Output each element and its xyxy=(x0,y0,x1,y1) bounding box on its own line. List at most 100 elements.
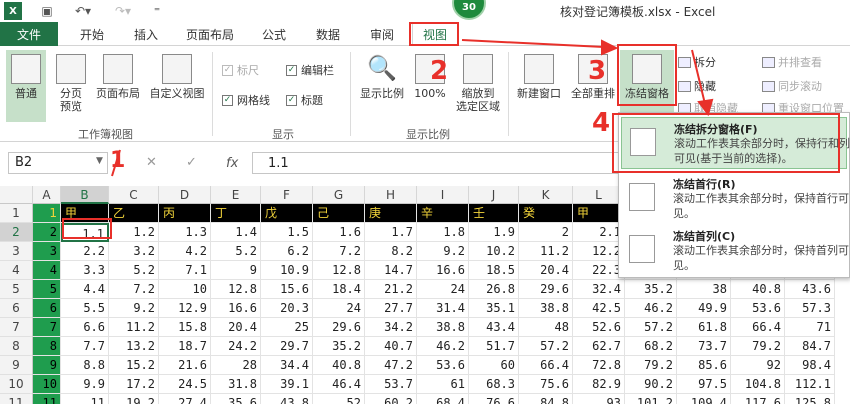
column-header[interactable]: F xyxy=(261,186,313,204)
column-header[interactable]: K xyxy=(519,186,573,204)
cell[interactable]: 97.5 xyxy=(677,375,731,394)
cell[interactable]: 20.3 xyxy=(261,299,313,318)
cell[interactable]: 53.6 xyxy=(731,299,785,318)
cell[interactable]: 40.8 xyxy=(313,356,365,375)
cell[interactable]: 11.2 xyxy=(519,242,573,261)
cell[interactable]: 12.8 xyxy=(211,280,261,299)
zoom-button[interactable]: 🔍 显示比例 xyxy=(356,54,408,100)
enter-icon[interactable]: ✓ xyxy=(186,155,197,170)
cell[interactable]: 27.4 xyxy=(159,394,211,404)
tab-data[interactable]: 数据 xyxy=(306,22,350,46)
cell[interactable]: 34.4 xyxy=(261,356,313,375)
cell[interactable]: 10 xyxy=(159,280,211,299)
cell[interactable]: 9.2 xyxy=(109,299,159,318)
cell[interactable]: 76.6 xyxy=(469,394,519,404)
cell[interactable]: 57.2 xyxy=(519,337,573,356)
gridlines-checkbox[interactable]: ✓ 网格线 xyxy=(222,92,270,108)
row-header[interactable]: 5 xyxy=(0,280,33,299)
row-header[interactable]: 6 xyxy=(0,299,33,318)
cell[interactable]: 丁 xyxy=(211,204,261,223)
cell[interactable]: 4.2 xyxy=(159,242,211,261)
cell[interactable]: 27.7 xyxy=(365,299,417,318)
cell[interactable]: 73.7 xyxy=(677,337,731,356)
tab-formulas[interactable]: 公式 xyxy=(252,22,296,46)
cell[interactable]: 7.2 xyxy=(109,280,159,299)
cell[interactable]: 17.2 xyxy=(109,375,159,394)
cell[interactable]: 5.2 xyxy=(109,261,159,280)
row-header[interactable]: 8 xyxy=(0,337,33,356)
cell[interactable]: 乙 xyxy=(109,204,159,223)
row-header[interactable]: 2 xyxy=(0,223,33,242)
cell[interactable]: 31.4 xyxy=(417,299,469,318)
cell[interactable]: 5 xyxy=(33,280,61,299)
hide-button[interactable]: 隐藏 xyxy=(678,78,716,94)
cell[interactable]: 60 xyxy=(469,356,519,375)
cell[interactable]: 1.6 xyxy=(313,223,365,242)
cell[interactable]: 20.4 xyxy=(211,318,261,337)
cell[interactable]: 32.4 xyxy=(573,280,625,299)
cell[interactable]: 1.7 xyxy=(365,223,417,242)
view-side-by-side-button[interactable]: 并排查看 xyxy=(762,54,822,70)
cell[interactable]: 38 xyxy=(677,280,731,299)
cell[interactable]: 60.2 xyxy=(365,394,417,404)
cell[interactable]: 40.7 xyxy=(365,337,417,356)
tab-review[interactable]: 审阅 xyxy=(360,22,404,46)
cell[interactable]: 24 xyxy=(417,280,469,299)
row-header[interactable]: 11 xyxy=(0,394,33,404)
row-header[interactable]: 1 xyxy=(0,204,33,223)
cell[interactable]: 18.4 xyxy=(313,280,365,299)
cell[interactable]: 8.2 xyxy=(365,242,417,261)
cell[interactable]: 戊 xyxy=(261,204,313,223)
cell[interactable]: 19.2 xyxy=(109,394,159,404)
cell[interactable]: 35.2 xyxy=(313,337,365,356)
cell[interactable]: 62.7 xyxy=(573,337,625,356)
cell[interactable]: 68.3 xyxy=(469,375,519,394)
cell[interactable]: 52 xyxy=(313,394,365,404)
cell[interactable]: 38.8 xyxy=(417,318,469,337)
cell[interactable]: 24 xyxy=(313,299,365,318)
split-button[interactable]: 拆分 xyxy=(678,54,716,70)
cell[interactable]: 11 xyxy=(33,394,61,404)
tab-insert[interactable]: 插入 xyxy=(124,22,168,46)
cell[interactable]: 24.2 xyxy=(211,337,261,356)
redo-icon[interactable]: ↷▾ xyxy=(110,2,136,20)
cell[interactable]: 9 xyxy=(211,261,261,280)
freeze-top-row-menu-item[interactable]: 冻结首行(R) 滚动工作表其余部分时，保持首行可见。 xyxy=(621,173,849,225)
cell[interactable]: 49.9 xyxy=(677,299,731,318)
cell[interactable]: 21.6 xyxy=(159,356,211,375)
cell[interactable]: 39.1 xyxy=(261,375,313,394)
cell[interactable]: 35.1 xyxy=(469,299,519,318)
page-layout-view-button[interactable]: 页面布局 xyxy=(92,54,144,100)
freeze-first-column-menu-item[interactable]: 冻结首列(C) 滚动工作表其余部分时，保持首列可见。 xyxy=(621,225,849,277)
cell[interactable]: 66.4 xyxy=(731,318,785,337)
cell[interactable]: 104.8 xyxy=(731,375,785,394)
cell[interactable]: 47.2 xyxy=(365,356,417,375)
cell[interactable]: 79.2 xyxy=(625,356,677,375)
row-header[interactable]: 10 xyxy=(0,375,33,394)
cell[interactable]: 3.2 xyxy=(109,242,159,261)
cell[interactable]: 25 xyxy=(261,318,313,337)
headings-checkbox[interactable]: ✓ 标题 xyxy=(286,92,323,108)
cell[interactable]: 14.7 xyxy=(365,261,417,280)
cell[interactable]: 125.8 xyxy=(785,394,835,404)
cell[interactable]: 15.8 xyxy=(159,318,211,337)
cell[interactable]: 1 xyxy=(33,204,61,223)
cell[interactable]: 壬 xyxy=(469,204,519,223)
custom-views-button[interactable]: 自定义视图 xyxy=(146,54,208,100)
cell[interactable]: 53.6 xyxy=(417,356,469,375)
cell[interactable]: 6.6 xyxy=(61,318,109,337)
cell[interactable]: 3 xyxy=(33,242,61,261)
cell[interactable]: 21.2 xyxy=(365,280,417,299)
cell[interactable]: 51.7 xyxy=(469,337,519,356)
cell[interactable]: 5.5 xyxy=(61,299,109,318)
cell[interactable]: 16.6 xyxy=(417,261,469,280)
cell[interactable]: 1.2 xyxy=(109,223,159,242)
cell[interactable]: 53.7 xyxy=(365,375,417,394)
column-header[interactable]: H xyxy=(365,186,417,204)
cell[interactable]: 98.4 xyxy=(785,356,835,375)
cell[interactable]: 29.7 xyxy=(261,337,313,356)
formula-bar-checkbox[interactable]: ✓ 编辑栏 xyxy=(286,62,334,78)
cell[interactable]: 31.8 xyxy=(211,375,261,394)
cell[interactable]: 92 xyxy=(731,356,785,375)
cell[interactable]: 82.9 xyxy=(573,375,625,394)
